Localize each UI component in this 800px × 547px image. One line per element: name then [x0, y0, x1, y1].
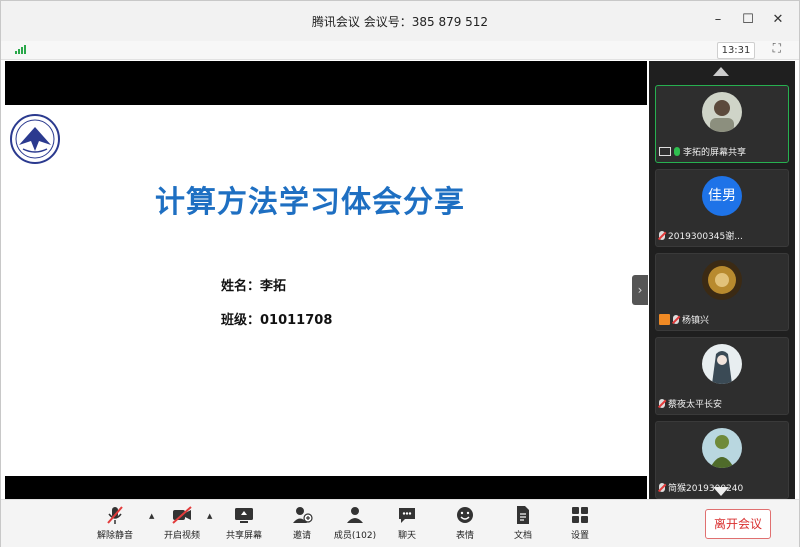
avatar [702, 260, 742, 300]
participant-name: 杨镇兴 [682, 316, 710, 326]
settings-label: 设置 [570, 531, 589, 541]
participant-panel: 李拓的屏幕共享 佳男 2019300345谢... 杨镇兴 蔡夜太平长安 简猴2… [649, 61, 795, 499]
collapse-panel-button[interactable]: › [632, 275, 648, 305]
presentation-slide: 计算方法学习体会分享 姓名：李拓 班级：01011708 [5, 105, 647, 476]
mic-muted-icon [659, 483, 665, 492]
window-controls: – ☐ ✕ [707, 9, 789, 31]
share-screen-button[interactable]: 共享屏幕 [216, 504, 272, 541]
unmute-button[interactable]: 解除静音 [87, 504, 143, 541]
reactions-label: 表情 [455, 531, 474, 541]
share-screen-icon [216, 504, 272, 526]
presenter-name: 姓名：李拓 [221, 279, 287, 294]
settings-button[interactable]: 设置 [552, 504, 608, 541]
document-icon [495, 504, 551, 526]
participant-tile[interactable]: 李拓的屏幕共享 [655, 85, 789, 163]
shared-screen: 计算方法学习体会分享 姓名：李拓 班级：01011708 [5, 61, 647, 499]
mic-muted-icon [659, 231, 665, 240]
avatar [702, 428, 742, 468]
share-screen-label: 共享屏幕 [225, 531, 262, 541]
meeting-clock: 13:31 [717, 42, 755, 59]
mic-icon [674, 147, 680, 156]
scroll-up-icon[interactable] [713, 67, 729, 76]
screen-share-icon [659, 147, 671, 156]
video-options-caret-icon[interactable]: ▲ [207, 512, 212, 520]
participant-tile[interactable]: 杨镇兴 [655, 253, 789, 331]
status-bar: 13:31 ⛶ [1, 41, 799, 60]
scroll-down-icon[interactable] [713, 487, 729, 496]
reactions-button[interactable]: 表情 [437, 504, 493, 541]
close-icon[interactable]: ✕ [767, 9, 789, 31]
settings-grid-icon [552, 504, 608, 526]
start-video-button[interactable]: 开启视频 [154, 504, 210, 541]
mic-muted-icon [659, 399, 665, 408]
university-logo-icon [10, 114, 60, 164]
participant-name: 李拓的屏幕共享 [683, 148, 747, 158]
avatar [702, 92, 742, 132]
mic-muted-icon [87, 504, 143, 526]
participant-name: 2019300345谢... [668, 232, 743, 242]
fullscreen-icon[interactable]: ⛶ [773, 41, 781, 56]
meeting-toolbar: 解除静音 ▲ 开启视频 ▲ 共享屏幕 邀请 成员(102) 聊天 表情 文档 设… [1, 499, 799, 547]
leave-meeting-button[interactable]: 离开会议 [705, 509, 771, 539]
docs-label: 文档 [513, 531, 532, 541]
invite-label: 邀请 [292, 531, 311, 541]
emoji-icon [437, 504, 493, 526]
members-button[interactable]: 成员(102) [327, 504, 383, 541]
docs-button[interactable]: 文档 [495, 504, 551, 541]
title-bar: 腾讯会议 会议号：385 879 512 – ☐ ✕ [1, 1, 799, 41]
meeting-window: 腾讯会议 会议号：385 879 512 – ☐ ✕ 13:31 ⛶ 计算方法学… [0, 0, 800, 547]
participant-tile[interactable]: 蔡夜太平长安 [655, 337, 789, 415]
members-label: 成员(102) [333, 531, 377, 541]
avatar: 佳男 [702, 176, 742, 216]
participant-name: 蔡夜太平长安 [668, 400, 723, 410]
signal-bars-icon [15, 45, 26, 54]
video-off-icon [154, 504, 210, 526]
maximize-icon[interactable]: ☐ [737, 9, 759, 31]
participant-tile[interactable]: 佳男 2019300345谢... [655, 169, 789, 247]
members-icon [327, 504, 383, 526]
add-user-icon [274, 504, 330, 526]
unmute-label: 解除静音 [96, 531, 133, 541]
minimize-icon[interactable]: – [707, 9, 729, 31]
slide-title: 计算方法学习体会分享 [155, 185, 465, 220]
avatar [702, 344, 742, 384]
invite-button[interactable]: 邀请 [274, 504, 330, 541]
window-title: 腾讯会议 会议号：385 879 512 [311, 15, 489, 29]
chat-label: 聊天 [397, 531, 416, 541]
participant-name: 简猴2019300240 [668, 484, 744, 494]
host-icon [659, 314, 670, 325]
mic-muted-icon [673, 315, 679, 324]
start-video-label: 开启视频 [163, 531, 200, 541]
chat-icon [379, 504, 435, 526]
chat-button[interactable]: 聊天 [379, 504, 435, 541]
presenter-class: 班级：01011708 [221, 313, 333, 328]
